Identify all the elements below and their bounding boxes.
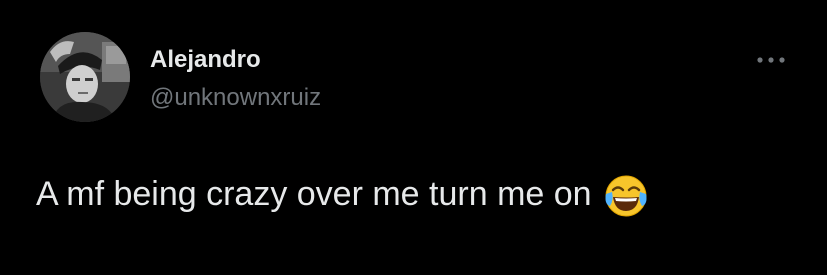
author-handle[interactable]: @unknownxruiz [150,84,321,112]
avatar[interactable] [40,32,130,122]
tweet-card[interactable]: Alejandro @unknownxruiz A mf being crazy… [0,0,827,275]
tweet-text: A mf being crazy over me turn me on [36,172,648,218]
tweet-text-content: A mf being crazy over me turn me on [36,174,592,213]
more-horizontal-icon [757,57,785,63]
more-options-button[interactable] [754,50,794,70]
avatar-photo-icon [40,32,130,122]
author-display-name[interactable]: Alejandro [150,46,261,74]
face-with-tears-of-joy-icon [604,174,648,218]
